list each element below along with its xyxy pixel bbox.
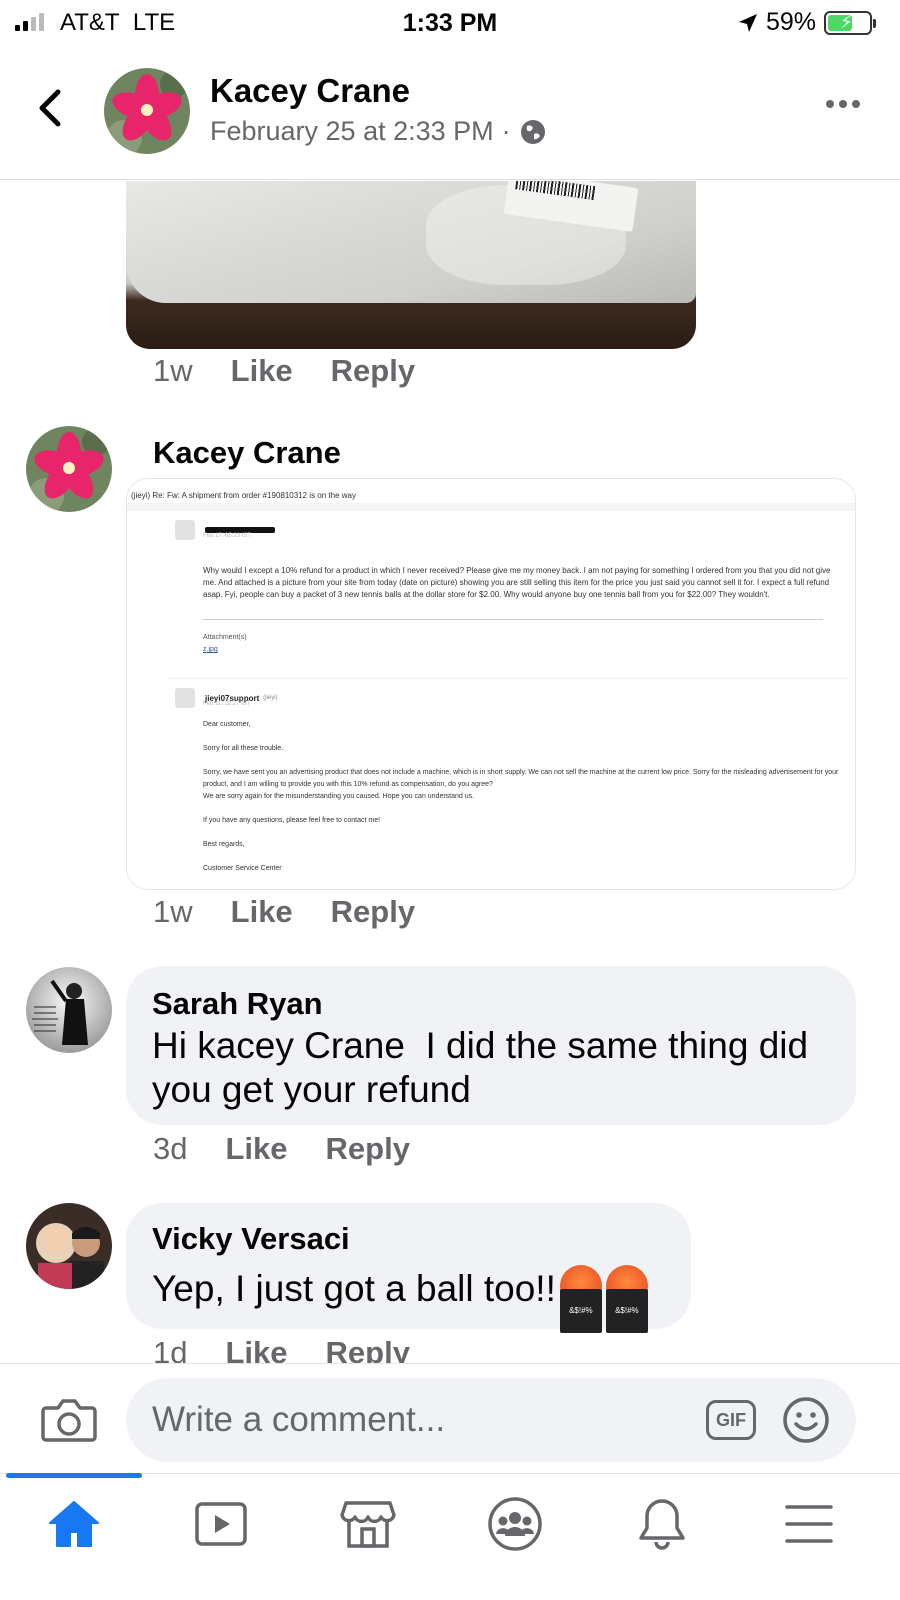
commenter-name[interactable]: Kacey Crane [153, 435, 341, 471]
comments-feed[interactable]: 1w Like Reply Kacey Crane (jieyi) Re: Fw… [0, 181, 900, 1391]
comment-actions: 1w Like Reply [153, 353, 453, 389]
like-button[interactable]: Like [231, 894, 293, 930]
more-options-button[interactable] [826, 100, 860, 108]
camera-icon[interactable] [40, 1396, 98, 1444]
notifications-icon[interactable] [632, 1494, 692, 1554]
sender-avatar-icon [175, 520, 195, 540]
post-meta: February 25 at 2:33 PM · [210, 116, 547, 147]
comment-photo[interactable] [126, 181, 696, 349]
avatar[interactable] [26, 1203, 112, 1289]
comment-time: 3d [153, 1131, 188, 1166]
groups-icon[interactable] [485, 1494, 545, 1554]
comment-input[interactable] [152, 1396, 692, 1444]
reply-line: Sorry for all these trouble. [203, 745, 284, 752]
post-author-name[interactable]: Kacey Crane [210, 72, 410, 110]
emoji-picker-icon[interactable] [782, 1396, 830, 1444]
commenter-name[interactable]: Vicky Versaci [152, 1221, 350, 1257]
gif-button[interactable]: GIF [706, 1400, 756, 1440]
comment-time: 1w [153, 353, 193, 388]
reply-button[interactable]: Reply [331, 353, 415, 389]
comment-text-line: you get your refund [152, 1069, 471, 1110]
comment-text-line: Hi kacey Crane I did the same thing did [152, 1025, 809, 1066]
reply-line: We are sorry again for the misunderstand… [203, 793, 475, 800]
attachment-link: z.jpg [203, 646, 218, 653]
battery-percent: 59% [765, 8, 816, 36]
comment-bubble[interactable]: Vicky Versaci Yep, I just got a ball too… [126, 1203, 691, 1333]
home-icon[interactable] [44, 1494, 104, 1554]
meta-separator: · [501, 116, 511, 146]
reply-date: Feb 11, 22:27 IST [203, 701, 251, 707]
reply-button[interactable]: Reply [331, 894, 415, 930]
attachments-label: Attachment(s) [203, 634, 247, 641]
reply-signature: Customer Service Center [203, 865, 282, 872]
battery-icon: ⚡ [824, 10, 876, 35]
marketplace-icon[interactable] [338, 1494, 398, 1554]
email-subject: (jieyi) Re: Fw: A shipment from order #1… [131, 491, 356, 500]
reply-line: If you have any questions, please feel f… [203, 817, 381, 824]
avatar[interactable] [26, 967, 112, 1053]
commenter-name[interactable]: Sarah Ryan [152, 986, 323, 1022]
comment-text-body: Yep, I just got a ball too!! [152, 1268, 556, 1309]
avatar[interactable] [104, 68, 190, 154]
email-divider [167, 678, 847, 679]
comment-text: Yep, I just got a ball too!! [152, 1265, 648, 1333]
avatar[interactable] [26, 426, 112, 512]
comment-text: Hi kacey Crane I did the same thing did … [152, 1024, 808, 1112]
reply-button[interactable]: Reply [326, 1131, 410, 1167]
comment-time: 1w [153, 894, 193, 929]
comment-input-pill[interactable]: GIF [126, 1378, 856, 1462]
back-chevron-icon[interactable] [30, 86, 74, 130]
post-header: Kacey Crane February 25 at 2:33 PM · [0, 44, 900, 180]
comment-actions: 1w Like Reply [153, 894, 453, 930]
reply-sender-icon [175, 688, 195, 708]
globe-icon [520, 119, 545, 144]
like-button[interactable]: Like [231, 353, 293, 389]
location-arrow-icon [738, 13, 757, 32]
bottom-tab-bar [0, 1473, 900, 1600]
menu-icon[interactable] [779, 1494, 839, 1554]
reply-sender-tag: (jieyi) [263, 695, 278, 701]
email-date: Feb 17, 05:23 IST [203, 533, 252, 539]
cursing-face-emoji [559, 1265, 602, 1333]
reply-signoff: Best regards, [203, 841, 245, 848]
email-body: Why would I except a 10% refund for a pr… [203, 566, 831, 599]
like-button[interactable]: Like [225, 1131, 287, 1167]
watch-icon[interactable] [191, 1494, 251, 1554]
reply-greeting: Dear customer, [203, 721, 251, 728]
email-rule [203, 619, 823, 620]
status-bar: AT&T LTE 1:33 PM 59% ⚡ [0, 0, 900, 44]
email-screenshot-image[interactable]: (jieyi) Re: Fw: A shipment from order #1… [126, 478, 856, 890]
comment-bubble[interactable]: Sarah Ryan Hi kacey Crane I did the same… [126, 966, 856, 1125]
comment-actions: 3d Like Reply [153, 1131, 448, 1167]
cursing-face-emoji [605, 1265, 648, 1333]
status-right: 59% ⚡ [738, 8, 876, 37]
reply-line: Sorry, we have sent you an advertising p… [203, 769, 839, 788]
active-tab-indicator [6, 1473, 142, 1478]
post-date[interactable]: February 25 at 2:33 PM [210, 116, 494, 147]
package-bag [126, 181, 696, 303]
comment-composer: GIF [0, 1363, 900, 1473]
